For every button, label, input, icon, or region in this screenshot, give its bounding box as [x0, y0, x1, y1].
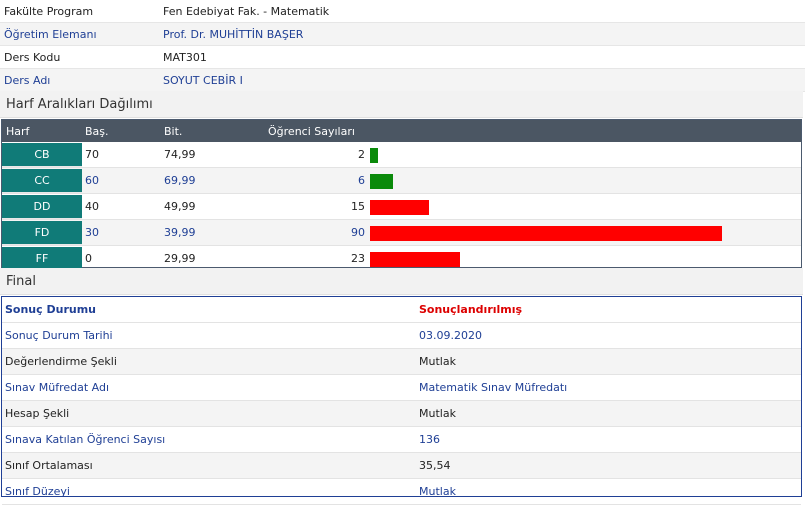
header-ogrenci: Öğrenci Sayıları [268, 124, 355, 138]
grade-start: 0 [85, 252, 92, 265]
final-row: Sınav Müfredat Adı Matematik Sınav Müfred… [2, 375, 801, 401]
final-heading-label: Sonuç Durumu [5, 303, 97, 316]
grade-count: 6 [358, 174, 365, 187]
final-section-title: Final [0, 268, 803, 295]
final-row: Hesap Şekli Mutlak [2, 401, 801, 427]
final-result-table: Sonuç Durumu Sonuçlandırılmış Sonuç Duru… [1, 296, 802, 505]
header-harf: Harf [6, 124, 30, 138]
grade-letter: DD [2, 194, 82, 219]
grade-distribution-title: Harf Aralıkları Dağılımı [0, 91, 803, 118]
final-value: Mutlak [419, 407, 456, 420]
grade-start: 30 [85, 226, 99, 239]
grade-bar-cell [367, 221, 801, 245]
grade-letter: CB [2, 142, 82, 167]
grade-row-fd: FD 30 39,99 90 [2, 220, 801, 246]
grade-count-bar [370, 173, 393, 189]
grade-count: 2 [358, 148, 365, 161]
grade-count: 15 [351, 200, 365, 213]
header-bit: Bit. [164, 124, 183, 138]
final-heading-status: Sonuçlandırılmış [419, 303, 523, 316]
final-row: Sonuç Durum Tarihi 03.09.2020 [2, 323, 801, 349]
final-label: Sınav Müfredat Adı [5, 381, 110, 394]
final-label: Sonuç Durum Tarihi [5, 329, 113, 342]
grade-end: 74,99 [164, 148, 196, 161]
grade-letter: CC [2, 168, 82, 193]
final-value: 03.09.2020 [419, 329, 482, 342]
info-label: Öğretim Elemanı [4, 27, 97, 41]
final-value: Mutlak [419, 485, 456, 498]
grade-start: 40 [85, 200, 99, 213]
grade-letter: FD [2, 220, 82, 245]
final-value: 35,54 [419, 459, 451, 472]
info-value: Prof. Dr. MUHİTTİN BAŞER [163, 27, 304, 41]
grade-letter: FF [2, 246, 82, 271]
info-value: SOYUT CEBİR I [163, 73, 243, 87]
info-value: Fen Edebiyat Fak. - Matematik [163, 4, 330, 18]
info-row-course-name: Ders Adı SOYUT CEBİR I [0, 69, 805, 92]
info-row-faculty: Fakülte Program Fen Edebiyat Fak. - Mate… [0, 0, 805, 23]
final-label: Sınava Katılan Öğrenci Sayısı [5, 433, 166, 446]
grade-end: 39,99 [164, 226, 196, 239]
grade-table-header: Harf Baş. Bit. Öğrenci Sayıları [2, 120, 801, 142]
final-value: 136 [419, 433, 440, 446]
grade-count-bar [370, 225, 722, 241]
final-row: Sınıf Ortalaması 35,54 [2, 453, 801, 479]
grade-start: 60 [85, 174, 99, 187]
grade-distribution-table: Harf Baş. Bit. Öğrenci Sayıları CB 70 74,9… [1, 119, 802, 272]
info-value: MAT301 [163, 50, 207, 64]
info-label: Ders Kodu [4, 50, 61, 64]
final-label: Hesap Şekli [5, 407, 70, 420]
grade-bar-cell [367, 143, 801, 167]
final-label: Sınıf Düzeyi [5, 485, 70, 498]
final-label: Sınıf Ortalaması [5, 459, 93, 472]
final-value: Mutlak [419, 355, 456, 368]
grade-row-dd: DD 40 49,99 15 [2, 194, 801, 220]
grade-count-bar [370, 251, 460, 267]
grade-start: 70 [85, 148, 99, 161]
grade-end: 49,99 [164, 200, 196, 213]
grade-bar-cell [367, 169, 801, 193]
grade-count-bar [370, 147, 378, 163]
grade-count: 23 [351, 252, 365, 265]
grade-count-bar [370, 199, 429, 215]
final-label: Değerlendirme Şekli [5, 355, 117, 368]
final-value: Matematik Sınav Müfredatı [419, 381, 568, 394]
info-row-instructor: Öğretim Elemanı Prof. Dr. MUHİTTİN BAŞER [0, 23, 805, 46]
info-row-course-code: Ders Kodu MAT301 [0, 46, 805, 69]
final-heading-row: Sonuç Durumu Sonuçlandırılmış [2, 297, 801, 323]
grade-count: 90 [351, 226, 365, 239]
grade-bar-cell [367, 247, 801, 271]
grade-row-cb: CB 70 74,99 2 [2, 142, 801, 168]
final-row: Değerlendirme Şekli Mutlak [2, 349, 801, 375]
grade-end: 69,99 [164, 174, 196, 187]
final-row: Sınava Katılan Öğrenci Sayısı 136 [2, 427, 801, 453]
course-info: Fakülte Program Fen Edebiyat Fak. - Mate… [0, 0, 805, 92]
header-bas: Baş. [85, 124, 109, 138]
info-label: Ders Adı [4, 73, 51, 87]
grade-end: 29,99 [164, 252, 196, 265]
grade-row-cc: CC 60 69,99 6 [2, 168, 801, 194]
final-row: Sınıf Düzeyi Mutlak [2, 479, 801, 505]
info-label: Fakülte Program [4, 4, 94, 18]
grade-bar-cell [367, 195, 801, 219]
